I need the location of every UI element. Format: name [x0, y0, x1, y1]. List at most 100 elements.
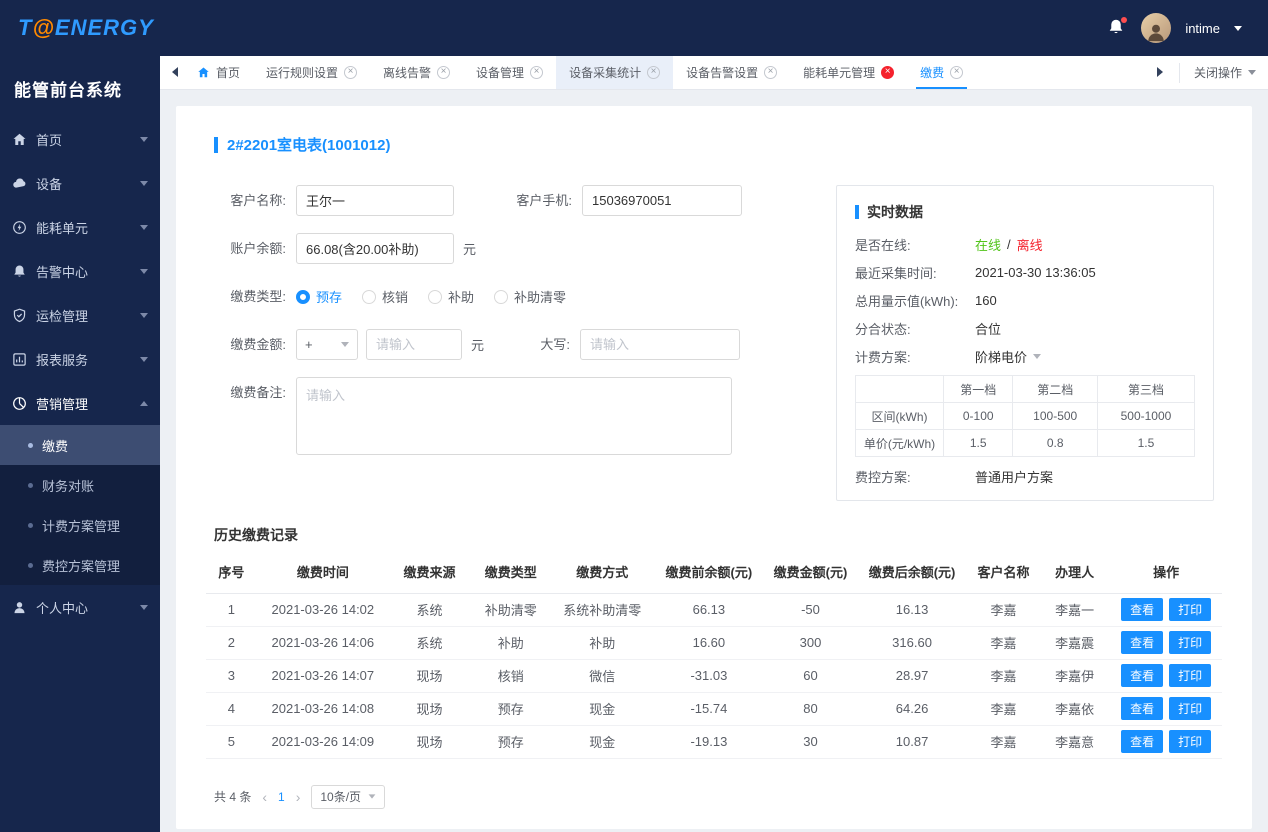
cell: 李嘉一	[1039, 593, 1111, 627]
amount-sign-select[interactable]: +	[296, 329, 358, 360]
view-button[interactable]: 查看	[1121, 631, 1164, 654]
sidebar-item-reports[interactable]: 报表服务	[0, 337, 160, 381]
radio-prepay[interactable]: 预存	[296, 287, 342, 306]
billing-plan-dropdown[interactable]: 阶梯电价	[975, 347, 1042, 366]
switch-state-value: 合位	[975, 322, 1002, 337]
sidebar-subitem-fee-control-plan[interactable]: 费控方案管理	[0, 545, 160, 585]
payment-card: 2#2201室电表(1001012) 客户名称: 客户手机: 账户余额:	[176, 106, 1252, 829]
cell: 李嘉	[967, 659, 1040, 693]
submenu-label: 费控方案管理	[42, 558, 121, 574]
sidebar-item-alert-center[interactable]: 告警中心	[0, 249, 160, 293]
history-header-row: 序号 缴费时间 缴费来源 缴费类型 缴费方式 缴费前余额(元) 缴费金额(元) …	[206, 551, 1222, 594]
remark-textarea[interactable]	[296, 377, 732, 455]
notification-dot	[1121, 17, 1128, 23]
radio-subsidy[interactable]: 补助	[428, 287, 474, 306]
capital-input[interactable]	[580, 329, 741, 360]
radio-label: 核销	[382, 290, 409, 305]
tab-offline-alerts[interactable]: 离线告警	[370, 56, 463, 89]
tab-device-collection-stats[interactable]: 设备采集统计	[556, 56, 674, 89]
cell: 64.26	[856, 692, 968, 726]
print-button[interactable]: 打印	[1169, 631, 1212, 654]
tab-label: 离线告警	[383, 66, 432, 80]
radio-subsidy-clear[interactable]: 补助清零	[494, 287, 566, 306]
collect-time-label: 最近采集时间:	[855, 266, 937, 281]
print-button[interactable]: 打印	[1169, 697, 1212, 720]
customer-name-input[interactable]	[296, 185, 454, 216]
tab-energy-unit-management[interactable]: 能耗单元管理	[790, 56, 907, 89]
print-button[interactable]: 打印	[1169, 664, 1212, 687]
sidebar-item-marketing[interactable]: 营销管理	[0, 381, 160, 425]
sidebar-item-energy-units[interactable]: 能耗单元	[0, 205, 160, 249]
chevron-down-icon	[140, 268, 148, 274]
close-operations-dropdown[interactable]: 关闭操作	[1178, 62, 1256, 83]
prev-page-icon[interactable]	[262, 790, 267, 804]
chevron-down-icon	[368, 794, 376, 799]
remark-label: 缴费备注:	[230, 385, 286, 400]
cell: -19.13	[653, 725, 765, 759]
print-button[interactable]: 打印	[1169, 598, 1212, 621]
print-button[interactable]: 打印	[1169, 730, 1212, 753]
cell: 3	[206, 659, 257, 693]
close-icon[interactable]	[437, 66, 451, 79]
page-title: 2#2201室电表(1001012)	[206, 134, 1222, 155]
close-icon[interactable]	[647, 66, 661, 79]
tab-home[interactable]: 首页	[184, 56, 253, 89]
view-button[interactable]: 查看	[1121, 697, 1164, 720]
view-button[interactable]: 查看	[1121, 730, 1164, 753]
cell: 5	[206, 725, 257, 759]
tab-payment[interactable]: 缴费	[907, 56, 976, 89]
shield-icon	[13, 308, 26, 322]
view-button[interactable]: 查看	[1121, 664, 1164, 687]
table-row: 5 2021-03-26 14:09 现场 预存 现金 -19.13 30 10…	[206, 725, 1222, 759]
cell: 补助	[551, 626, 653, 660]
sidebar-subitem-payment[interactable]: 缴费	[0, 425, 160, 465]
close-icon-red[interactable]	[881, 66, 895, 79]
page-number[interactable]: 1	[278, 790, 285, 804]
tabs-scroll-right-icon[interactable]	[1151, 65, 1169, 80]
radio-dot-icon	[296, 289, 310, 304]
realtime-panel-title: 实时数据	[855, 202, 1195, 222]
tab-device-alert-settings[interactable]: 设备告警设置	[673, 56, 790, 89]
sidebar-subitem-finance-reconciliation[interactable]: 财务对账	[0, 465, 160, 505]
col-header: 缴费类型	[470, 551, 552, 594]
sidebar-item-inspection[interactable]: 运检管理	[0, 293, 160, 337]
avatar[interactable]	[1141, 13, 1172, 43]
close-icon[interactable]	[344, 66, 358, 79]
balance-input[interactable]	[296, 233, 454, 264]
topbar: T@ENERGY intime	[0, 0, 1268, 56]
username[interactable]: intime	[1185, 21, 1220, 36]
radio-writeoff[interactable]: 核销	[362, 287, 408, 306]
user-menu-caret-icon[interactable]	[1234, 25, 1242, 31]
sidebar-item-label: 设备	[36, 176, 63, 192]
customer-phone-input[interactable]	[582, 185, 742, 216]
close-icon[interactable]	[530, 66, 544, 79]
page-size-select[interactable]: 10条/页	[311, 784, 386, 809]
close-operations-label: 关闭操作	[1193, 66, 1242, 80]
history-table: 序号 缴费时间 缴费来源 缴费类型 缴费方式 缴费前余额(元) 缴费金额(元) …	[206, 551, 1222, 759]
app-logo: T@ENERGY	[18, 15, 154, 41]
view-button[interactable]: 查看	[1121, 598, 1164, 621]
cell: 30	[764, 725, 857, 759]
chevron-down-icon	[341, 342, 349, 347]
tab-run-rule-settings[interactable]: 运行规则设置	[253, 56, 370, 89]
sidebar-title: 能管前台系统	[14, 81, 122, 100]
close-icon[interactable]	[950, 66, 964, 79]
cell: 2021-03-26 14:09	[256, 725, 389, 759]
sidebar-item-home[interactable]: 首页	[0, 117, 160, 161]
sidebar-item-personal-center[interactable]: 个人中心	[0, 585, 160, 629]
next-page-icon[interactable]	[296, 790, 301, 804]
rt-row-collect-time: 最近采集时间: 2021-03-30 13:36:05	[855, 263, 1195, 282]
amount-input[interactable]	[366, 329, 462, 360]
radio-label: 补助	[448, 290, 475, 305]
sidebar-subitem-billing-plan[interactable]: 计费方案管理	[0, 505, 160, 545]
cell: 2021-03-26 14:06	[256, 626, 389, 660]
form-row-amount: 缴费金额: + 元 大写:	[214, 329, 761, 360]
close-icon[interactable]	[764, 66, 778, 79]
tabs-scroll-left-icon[interactable]	[166, 65, 184, 80]
notification-bell-icon[interactable]	[1107, 17, 1128, 38]
cell: 系统	[388, 626, 471, 660]
sidebar-item-devices[interactable]: 设备	[0, 161, 160, 205]
tab-device-management[interactable]: 设备管理	[463, 56, 556, 89]
pay-type-label: 缴费类型:	[230, 289, 286, 304]
total-reading-label: 总用量示值(kWh):	[855, 294, 959, 309]
